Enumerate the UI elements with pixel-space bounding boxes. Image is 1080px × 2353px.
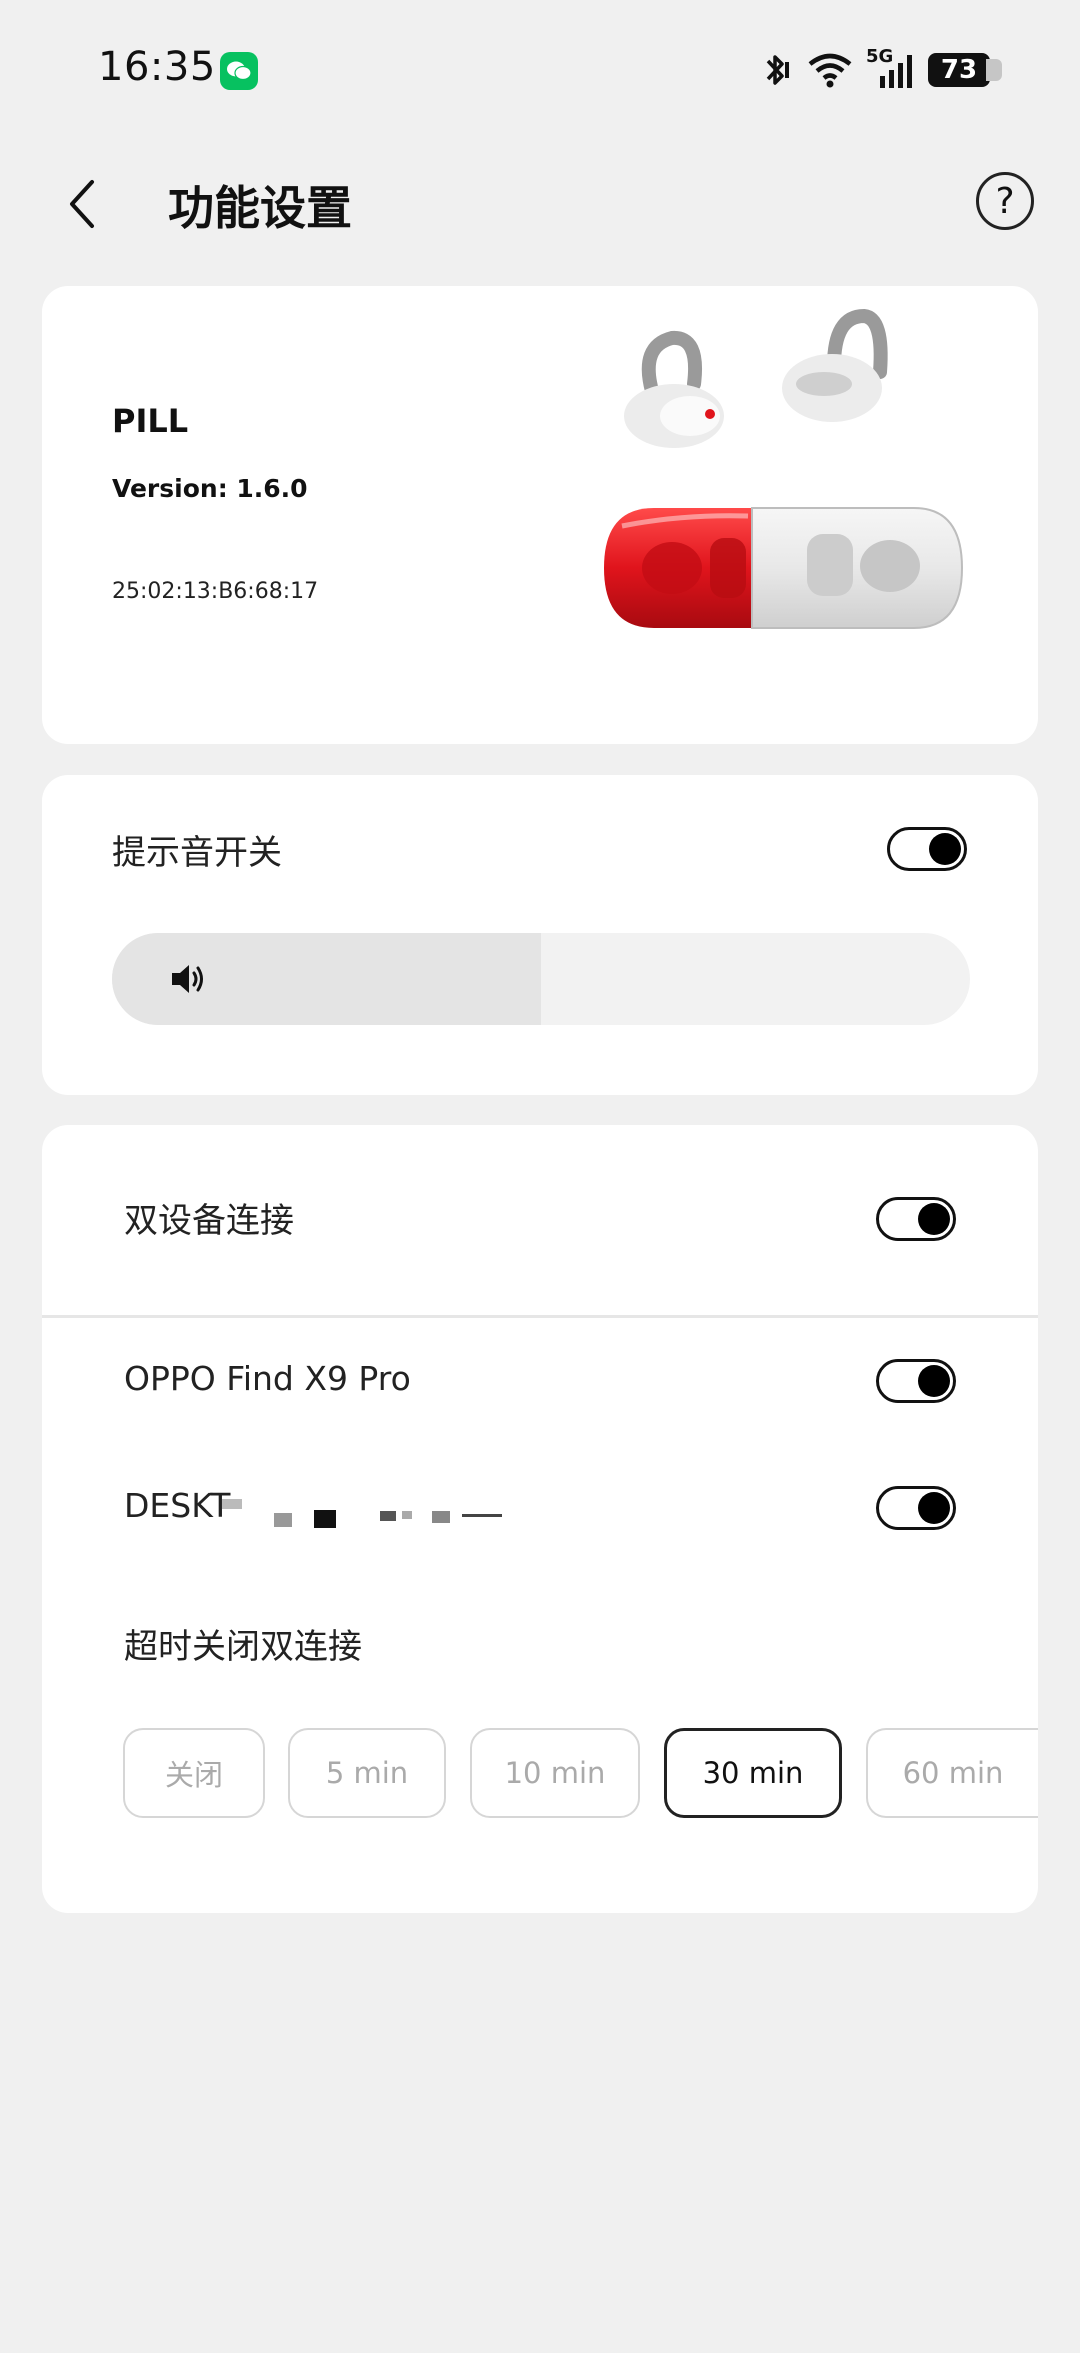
chevron-left-icon xyxy=(70,180,94,228)
prompt-sound-toggle[interactable] xyxy=(887,827,967,871)
timeout-option-off[interactable]: 关闭 xyxy=(123,1728,265,1818)
status-time: 16:35 xyxy=(98,44,216,90)
dual-connection-toggle[interactable] xyxy=(876,1197,956,1241)
dual-connection-label: 双设备连接 xyxy=(124,1201,294,1241)
device-1-name: OPPO Find X9 Pro xyxy=(124,1359,411,1398)
device-info-card: PILL Version: 1.6.0 25:02:13:B6:68:17 xyxy=(42,286,1038,744)
wechat-icon xyxy=(220,52,258,90)
earbuds-product-image xyxy=(604,308,964,629)
battery-level: 73 xyxy=(940,55,978,85)
device-1-toggle[interactable] xyxy=(876,1359,956,1403)
back-button[interactable] xyxy=(62,176,106,232)
battery-indicator: 73 xyxy=(928,53,1002,87)
help-icon: ? xyxy=(995,180,1015,222)
wifi-icon xyxy=(808,53,852,88)
timeout-label: 超时关闭双连接 xyxy=(124,1627,362,1667)
prompt-sound-card: 提示音开关 xyxy=(42,775,1038,1095)
device-2-toggle[interactable] xyxy=(876,1486,956,1530)
toggle-knob xyxy=(918,1492,950,1524)
bluetooth-icon xyxy=(766,55,789,85)
toggle-knob xyxy=(918,1203,950,1235)
device-version: Version: 1.6.0 xyxy=(112,474,308,503)
device-2-name: DESKT xyxy=(124,1486,231,1525)
toggle-knob xyxy=(918,1365,950,1397)
page-title: 功能设置 xyxy=(168,181,352,235)
speaker-icon xyxy=(172,965,203,993)
device-name: PILL xyxy=(112,402,189,440)
timeout-option-60min[interactable]: 60 min xyxy=(866,1728,1038,1818)
system-icons: 5G 73 xyxy=(762,46,1002,92)
timeout-option-10min[interactable]: 10 min xyxy=(470,1728,640,1818)
volume-slider[interactable] xyxy=(112,933,970,1025)
timeout-option-5min[interactable]: 5 min xyxy=(288,1728,446,1818)
help-button[interactable]: ? xyxy=(976,172,1034,230)
timeout-option-30min[interactable]: 30 min xyxy=(664,1728,842,1818)
status-bar: 16:35 5G 73 xyxy=(0,0,1080,140)
divider xyxy=(42,1315,1038,1318)
prompt-sound-label: 提示音开关 xyxy=(112,833,282,873)
cellular-signal-icon: 5G xyxy=(866,46,914,90)
device-mac-address: 25:02:13:B6:68:17 xyxy=(112,579,319,604)
toggle-knob xyxy=(929,833,961,865)
